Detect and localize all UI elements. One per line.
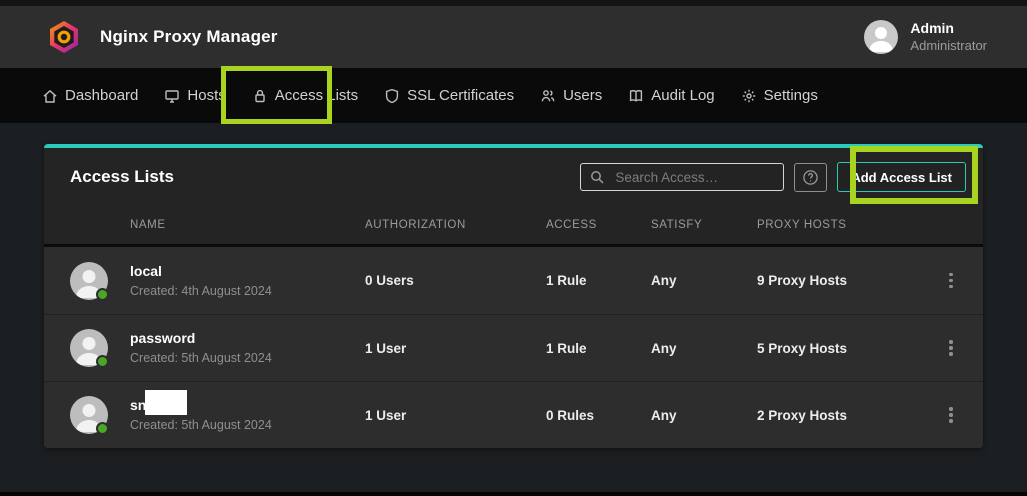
user-avatar — [864, 20, 898, 54]
app-logo-icon — [46, 19, 82, 55]
satisfy-value: Any — [651, 341, 757, 356]
nav-item-label: Hosts — [187, 87, 225, 104]
status-dot — [96, 288, 109, 301]
nav-item-ssl-certificates[interactable]: SSL Certificates — [384, 87, 514, 104]
nav-item-users[interactable]: Users — [540, 87, 602, 104]
access-value: 1 Rule — [546, 341, 651, 356]
lock-icon — [252, 88, 268, 104]
table-body: local Created: 4th August 2024 0 Users 1… — [44, 247, 983, 448]
nav-item-dashboard[interactable]: Dashboard — [42, 87, 138, 104]
row-menu-button[interactable] — [943, 401, 959, 429]
user-menu[interactable]: Admin Administrator — [864, 20, 987, 54]
redaction-overlay — [145, 390, 187, 415]
status-dot — [96, 355, 109, 368]
dots-vertical-icon — [949, 407, 953, 423]
proxy-hosts-value: 5 Proxy Hosts — [757, 341, 927, 356]
proxy-hosts-value: 9 Proxy Hosts — [757, 273, 927, 288]
nav-item-label: Settings — [764, 87, 818, 104]
satisfy-value: Any — [651, 408, 757, 423]
authorization-value: 0 Users — [365, 273, 546, 288]
brand-link[interactable]: Nginx Proxy Manager — [46, 19, 278, 55]
home-icon — [42, 88, 58, 104]
column-header-satisfy: SATISFY — [651, 219, 757, 231]
nav-item-label: Dashboard — [65, 87, 138, 104]
monitor-icon — [164, 88, 180, 104]
authorization-value: 1 User — [365, 341, 546, 356]
access-list-created: Created: 5th August 2024 — [130, 417, 365, 433]
window-bottom-edge — [0, 492, 1027, 496]
access-list-created: Created: 5th August 2024 — [130, 350, 365, 366]
user-name: Admin — [910, 20, 987, 38]
avatar — [70, 262, 108, 300]
app-title: Nginx Proxy Manager — [100, 27, 278, 47]
row-menu-button[interactable] — [943, 267, 959, 295]
content-area: Access Lists A — [0, 123, 1027, 448]
search-input[interactable] — [580, 163, 784, 191]
gear-icon — [741, 88, 757, 104]
row-menu-button[interactable] — [943, 334, 959, 362]
proxy-hosts-value: 2 Proxy Hosts — [757, 408, 927, 423]
book-icon — [628, 88, 644, 104]
access-list-created: Created: 4th August 2024 — [130, 283, 365, 299]
access-value: 0 Rules — [546, 408, 651, 423]
column-header-proxy-hosts: PROXY HOSTS — [757, 219, 927, 231]
avatar — [70, 396, 108, 434]
panel-toolbar: Access Lists A — [44, 148, 983, 206]
users-icon — [540, 88, 556, 104]
status-dot — [96, 422, 109, 435]
satisfy-value: Any — [651, 273, 757, 288]
main-nav: Dashboard Hosts Access Lists SSL Certifi… — [0, 68, 1027, 123]
table-row: sn Created: 5th August 2024 1 User 0 Rul… — [44, 381, 983, 448]
column-header-name: NAME — [130, 219, 365, 231]
shield-icon — [384, 88, 400, 104]
nav-item-label: SSL Certificates — [407, 87, 514, 104]
nav-item-settings[interactable]: Settings — [741, 87, 818, 104]
access-list-name: password — [130, 329, 365, 347]
nav-item-audit-log[interactable]: Audit Log — [628, 87, 714, 104]
table-row: local Created: 4th August 2024 0 Users 1… — [44, 247, 983, 314]
access-lists-panel: Access Lists A — [44, 144, 983, 448]
access-value: 1 Rule — [546, 273, 651, 288]
column-header-access: ACCESS — [546, 219, 651, 231]
person-icon — [864, 20, 898, 54]
help-circle-icon — [802, 169, 819, 186]
add-access-list-button[interactable]: Add Access List — [837, 162, 966, 192]
avatar — [70, 329, 108, 367]
nav-item-label: Users — [563, 87, 602, 104]
app-header: Nginx Proxy Manager Admin Administrator — [0, 6, 1027, 68]
authorization-value: 1 User — [365, 408, 546, 423]
page-title: Access Lists — [70, 167, 174, 187]
column-header-authorization: AUTHORIZATION — [365, 219, 546, 231]
nav-item-access-lists[interactable]: Access Lists — [252, 87, 358, 104]
help-button[interactable] — [794, 163, 827, 192]
dots-vertical-icon — [949, 273, 953, 289]
user-role: Administrator — [910, 38, 987, 54]
table-header: NAME AUTHORIZATION ACCESS SATISFY PROXY … — [44, 206, 983, 247]
table-row: password Created: 5th August 2024 1 User… — [44, 314, 983, 381]
nav-item-label: Audit Log — [651, 87, 714, 104]
search-box — [580, 163, 784, 191]
nav-item-hosts[interactable]: Hosts — [164, 87, 225, 104]
screen: Nginx Proxy Manager Admin Administrator … — [0, 0, 1027, 496]
access-list-name: local — [130, 262, 365, 280]
nav-item-label: Access Lists — [275, 87, 358, 104]
dots-vertical-icon — [949, 340, 953, 356]
